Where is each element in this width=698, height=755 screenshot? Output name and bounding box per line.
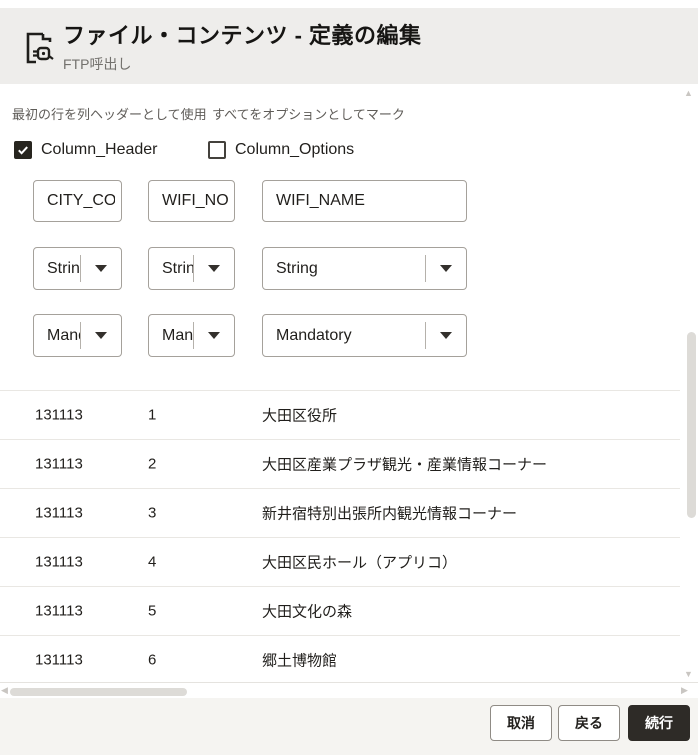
column1-usage-value: Mandatory [34,315,80,356]
column2-name-input[interactable] [149,181,234,221]
cell-city-code: 131113 [35,407,83,424]
cell-city-code: 131113 [35,652,83,669]
cell-wifi-name: 大田文化の森 [262,601,352,622]
column3-name-field [262,180,467,222]
content-divider [0,682,698,683]
column-options-checkbox-group: Column_Options [208,141,354,159]
scroll-down-arrow-icon[interactable]: ▼ [684,669,693,679]
cell-wifi-name: 大田区民ホール（アプリコ） [262,552,457,573]
column3-type-dropdown-button[interactable] [426,248,466,289]
cell-city-code: 131113 [35,554,83,571]
checkbox-row: Column_Header Column_Options [0,141,698,163]
chevron-down-icon [95,265,107,272]
table-row: 131113 4 大田区民ホール（アプリコ） [0,537,680,586]
use-first-row-caption: 最初の行を列ヘッダーとして使用 [12,104,207,123]
table-row: 131113 3 新井宿特別出張所内観光情報コーナー [0,488,680,537]
sample-data-table: 131113 1 大田区役所 131113 2 大田区産業プラザ観光・産業情報コ… [0,390,680,684]
scroll-left-arrow-icon[interactable]: ◀ [1,685,8,696]
column-header-checkbox[interactable] [14,141,32,159]
column2-type-value: String [149,248,193,289]
column3-type-select[interactable]: String [262,247,467,290]
cell-wifi-no: 5 [148,603,156,620]
dialog-header-text: ファイル・コンテンツ - 定義の編集 FTP呼出し [63,18,422,74]
chevron-down-icon [208,265,220,272]
column2-name-field [148,180,235,222]
column1-name-input[interactable] [34,181,121,221]
cell-wifi-no: 2 [148,456,156,473]
edit-definition-dialog: ファイル・コンテンツ - 定義の編集 FTP呼出し 最初の行を列ヘッダーとして使… [0,0,698,755]
column2-usage-dropdown-button[interactable] [194,315,234,356]
table-row: 131113 6 郷土博物館 [0,635,680,684]
cancel-button[interactable]: 取消 [490,705,552,741]
cell-wifi-name: 大田区役所 [262,405,337,426]
chevron-down-icon [95,332,107,339]
column-header-checkbox-label: Column_Header [41,141,158,159]
column1-type-select[interactable]: String [33,247,122,290]
column-header-checkbox-group: Column_Header [14,141,158,159]
file-plug-icon [22,26,56,66]
column3-name-input[interactable] [263,181,466,221]
page-title: ファイル・コンテンツ - 定義の編集 [63,18,422,50]
dialog-footer: 取消 戻る 続行 [0,698,698,755]
column-options-checkbox[interactable] [208,141,226,159]
dialog-header: ファイル・コンテンツ - 定義の編集 FTP呼出し [0,8,698,84]
check-icon [16,143,30,157]
table-row: 131113 5 大田文化の森 [0,586,680,635]
column2-type-dropdown-button[interactable] [194,248,234,289]
cell-wifi-name: 新井宿特別出張所内観光情報コーナー [262,503,517,524]
column2-usage-value: Mandatory [149,315,193,356]
column3-usage-value: Mandatory [263,315,425,356]
column1-usage-dropdown-button[interactable] [81,315,121,356]
column3-usage-select[interactable]: Mandatory [262,314,467,357]
cell-wifi-no: 3 [148,505,156,522]
cell-wifi-no: 1 [148,407,156,424]
scroll-right-arrow-icon[interactable]: ▶ [681,685,688,696]
chevron-down-icon [440,265,452,272]
table-row: 131113 1 大田区役所 [0,390,680,439]
column1-name-field [33,180,122,222]
column3-usage-dropdown-button[interactable] [426,315,466,356]
column1-type-dropdown-button[interactable] [81,248,121,289]
page-subtitle: FTP呼出し [63,54,422,74]
column2-usage-select[interactable]: Mandatory [148,314,235,357]
cell-wifi-no: 6 [148,652,156,669]
cell-city-code: 131113 [35,456,83,473]
horizontal-scrollbar-thumb[interactable] [10,688,187,696]
chevron-down-icon [440,332,452,339]
column1-usage-select[interactable]: Mandatory [33,314,122,357]
mark-all-optional-caption: すべてをオプションとしてマーク [212,104,405,123]
cell-wifi-name: 大田区産業プラザ観光・産業情報コーナー [262,454,547,475]
cell-wifi-no: 4 [148,554,156,571]
vertical-scrollbar-thumb[interactable] [687,332,696,518]
table-row: 131113 2 大田区産業プラザ観光・産業情報コーナー [0,439,680,488]
cell-wifi-name: 郷土博物館 [262,650,337,671]
column3-type-value: String [263,248,425,289]
scroll-up-arrow-icon[interactable]: ▲ [684,88,693,98]
continue-button[interactable]: 続行 [628,705,690,741]
column1-type-value: String [34,248,80,289]
chevron-down-icon [208,332,220,339]
cell-city-code: 131113 [35,505,83,522]
back-button[interactable]: 戻る [558,705,620,741]
column-options-checkbox-label: Column_Options [235,141,354,159]
column2-type-select[interactable]: String [148,247,235,290]
cell-city-code: 131113 [35,603,83,620]
